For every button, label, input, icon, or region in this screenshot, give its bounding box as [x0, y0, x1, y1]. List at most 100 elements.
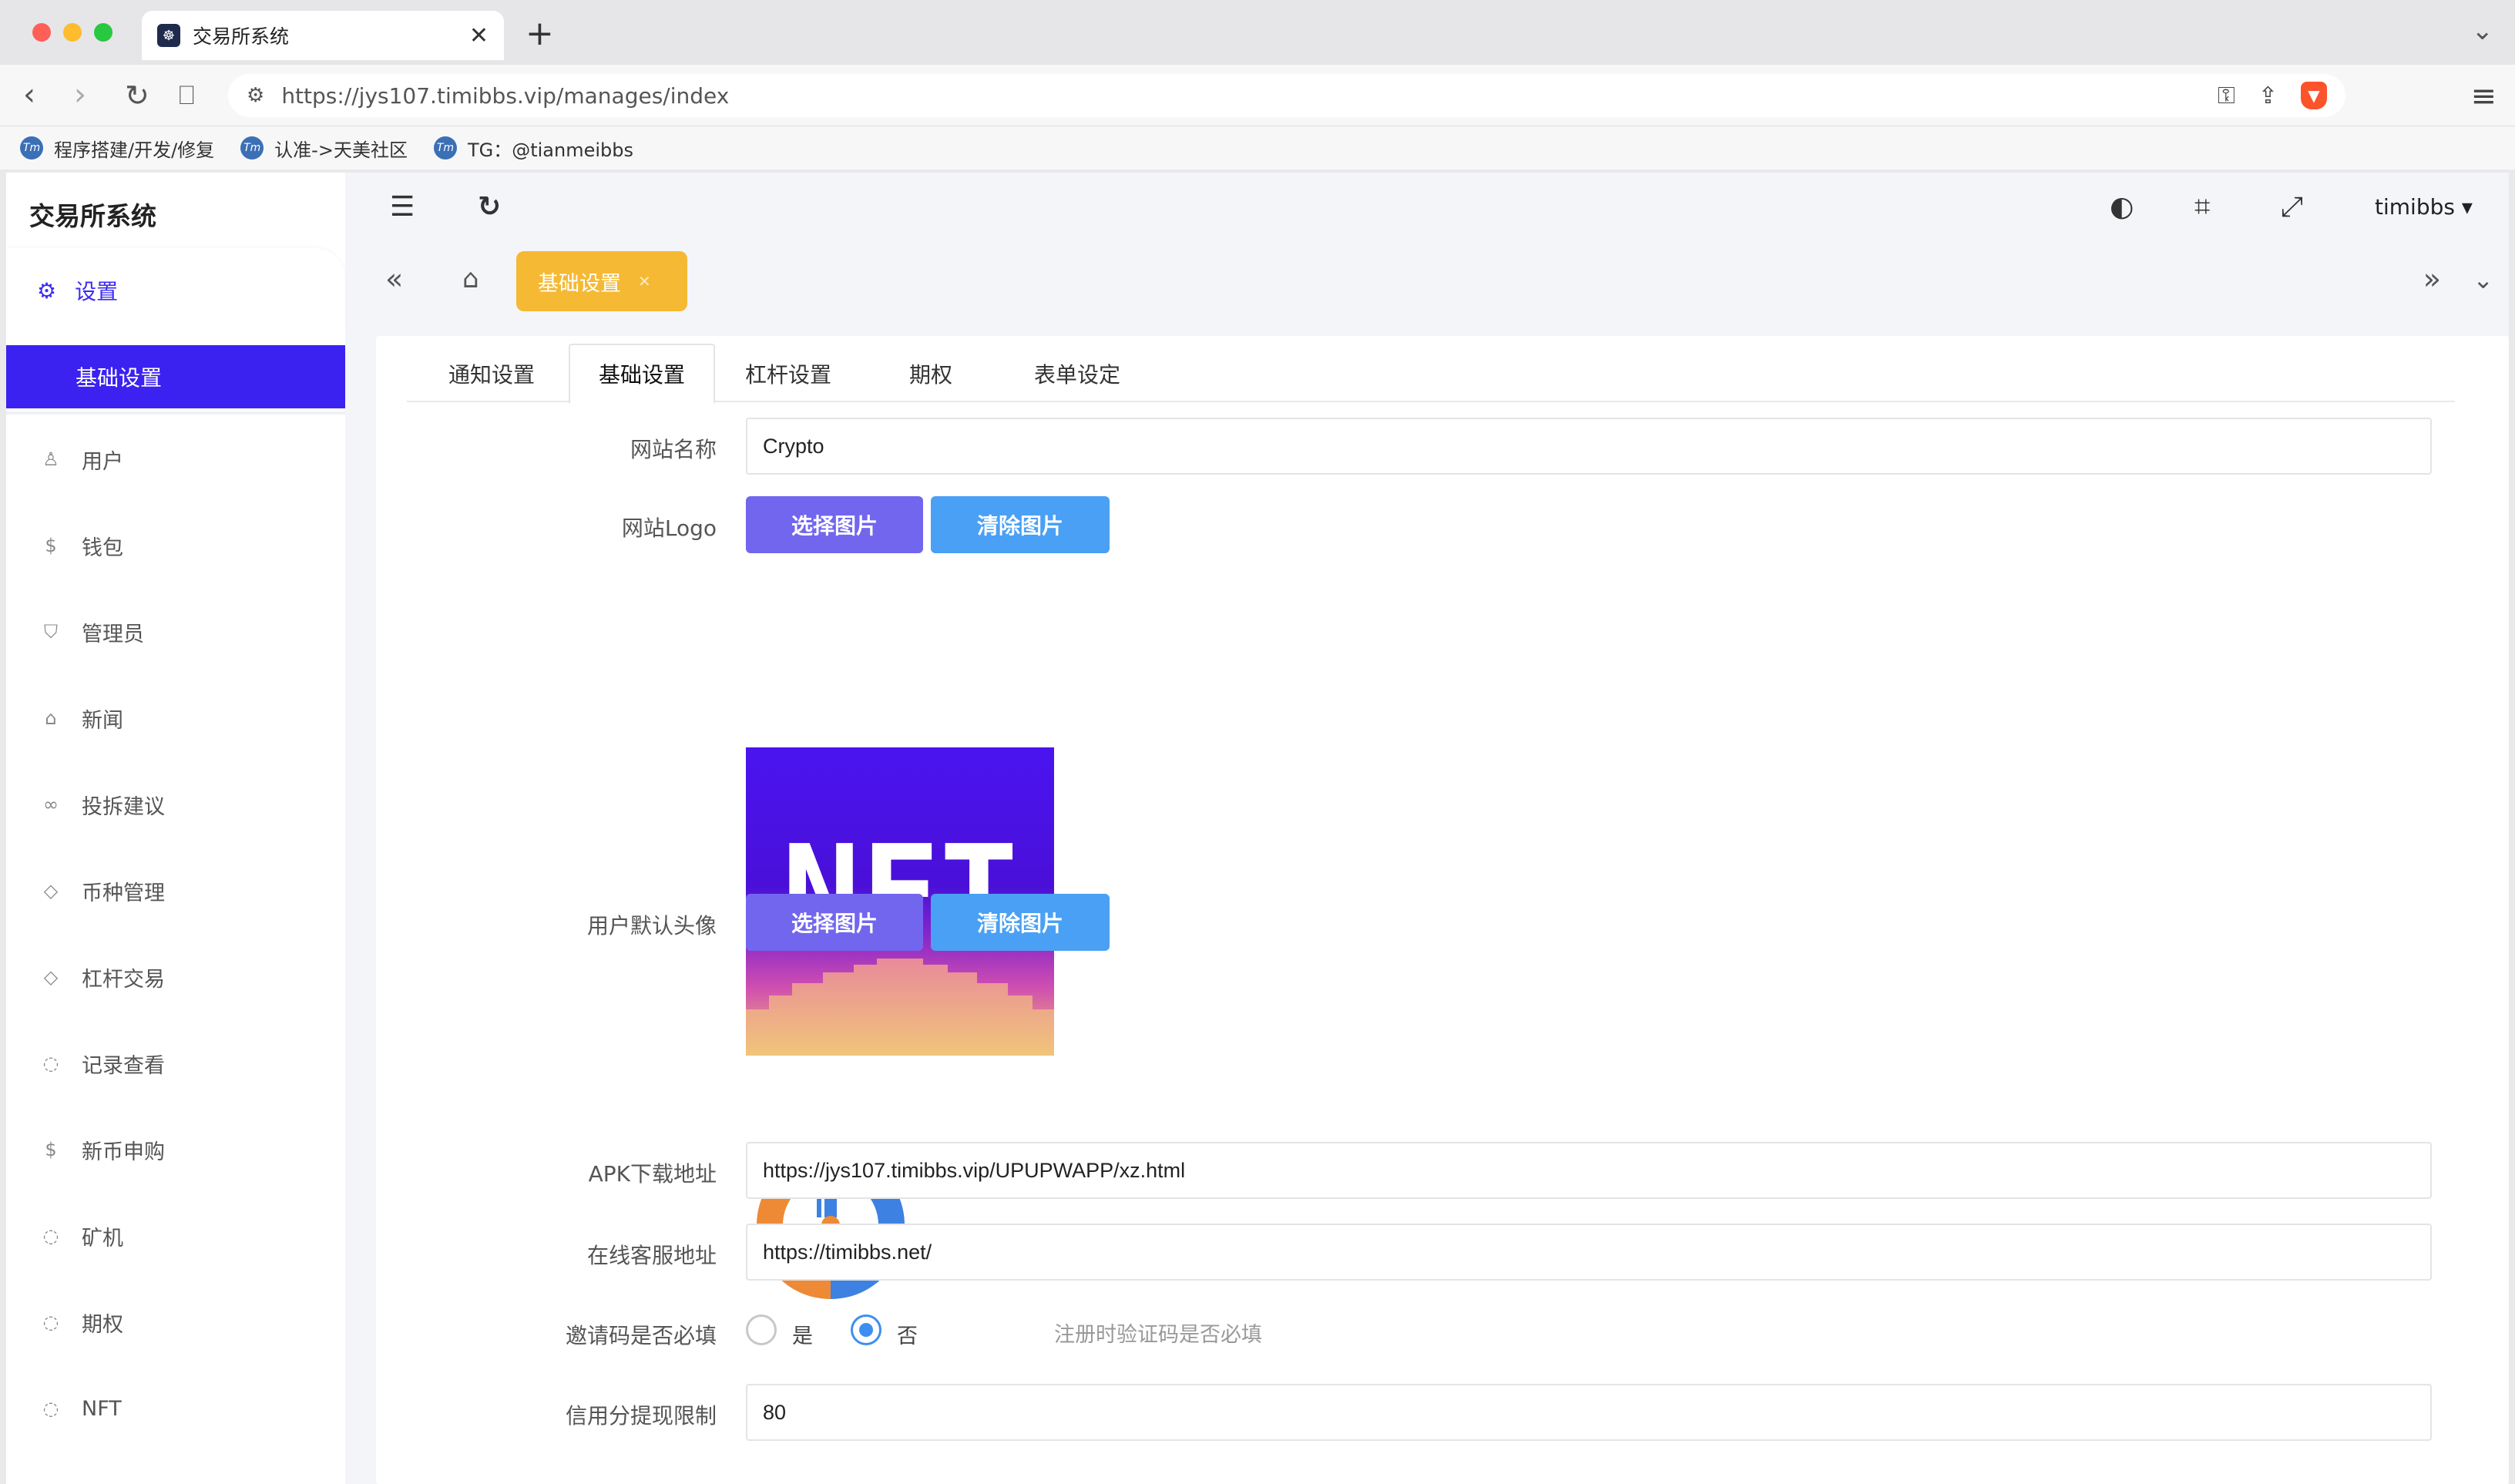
- site-logo-label: 网站Logo: [621, 515, 717, 541]
- choose-logo-button[interactable]: 选择图片: [746, 496, 923, 553]
- tab-form-settings[interactable]: 表单设定: [1000, 344, 1154, 404]
- forward-arrow-icon[interactable]: ›: [74, 77, 86, 112]
- clear-logo-button[interactable]: 清除图片: [931, 496, 1110, 553]
- user-icon: ♙: [42, 448, 59, 470]
- sidebar-item-nft[interactable]: ◌ NFT: [6, 1365, 345, 1452]
- fullscreen-icon[interactable]: ⤢: [2281, 191, 2303, 223]
- sidebar-item-label: 投拆建议: [82, 794, 165, 819]
- site-settings-icon[interactable]: ⚙: [247, 84, 264, 107]
- page-tab-basic-settings[interactable]: 基础设置 ✕: [516, 251, 687, 311]
- user-menu[interactable]: timibbs ▾: [2375, 194, 2473, 220]
- key-icon[interactable]: ⚿: [2218, 82, 2235, 109]
- browser-tab-title: 交易所系统: [193, 25, 290, 48]
- hamburger-menu-icon[interactable]: ≡: [2470, 79, 2497, 114]
- chevron-down-icon[interactable]: ⌄: [2472, 15, 2494, 46]
- shield-icon: ⛉: [44, 621, 58, 643]
- tab-notification-settings[interactable]: 通知设置: [422, 344, 561, 404]
- customer-service-url-input[interactable]: [746, 1224, 2432, 1281]
- close-icon[interactable]: ✕: [638, 272, 651, 290]
- apk-url-input[interactable]: [746, 1142, 2432, 1199]
- username: timibbs: [2375, 194, 2455, 220]
- bookmark-label: 认准->天美社区: [274, 139, 408, 161]
- minimize-window-button[interactable]: [63, 23, 82, 42]
- dollar-icon: $: [45, 535, 57, 556]
- bookmark-item[interactable]: Tm 认准->天美社区: [240, 135, 408, 162]
- brave-shield-icon[interactable]: ▼: [2301, 82, 2327, 109]
- sidebar-item-label: 钱包: [82, 536, 123, 560]
- browser-tabbar: ☸ 交易所系统 ✕ + ⌄: [0, 0, 2515, 65]
- sidebar-item-new-coin-subscription[interactable]: $ 新币申购: [6, 1106, 345, 1193]
- browser-tab[interactable]: ☸ 交易所系统 ✕: [142, 11, 504, 60]
- sidebar-item-records[interactable]: ◌ 记录查看: [6, 1020, 345, 1106]
- refresh-icon[interactable]: ↻: [478, 191, 501, 223]
- apk-url-label: APK下载地址: [588, 1161, 717, 1187]
- sidebar-item-mining[interactable]: ◌ 矿机: [6, 1193, 345, 1279]
- sidebar-item-leverage-trading[interactable]: ◇ 杠杆交易: [6, 934, 345, 1020]
- tag-icon[interactable]: ⌗: [2194, 191, 2210, 223]
- clear-avatar-button[interactable]: 清除图片: [931, 894, 1110, 951]
- home-icon[interactable]: ⌂: [462, 264, 479, 294]
- sidebar-item-label: 期权: [82, 1312, 123, 1337]
- page-tabs-row: « ⌂ 基础设置 ✕ » ⌄: [345, 247, 2509, 316]
- invite-yes-label: 是: [792, 1325, 813, 1348]
- sidebar-item-currency-management[interactable]: ◇ 币种管理: [6, 848, 345, 934]
- sidebar-item-settings[interactable]: ⚙ 设置: [6, 248, 345, 333]
- admin-app: 交易所系统 ⚙ 设置 基础设置 ♙ 用户 $ 钱包 ⛉ 管理员 ⌂ 新闻 ∞ 投…: [6, 173, 2509, 1484]
- share-icon[interactable]: ⇪: [2258, 82, 2278, 109]
- maximize-window-button[interactable]: [94, 23, 112, 42]
- sidebar-item-label: 设置: [75, 279, 119, 304]
- sidebar-item-news[interactable]: ⌂ 新闻: [6, 675, 345, 761]
- sidebar-item-users[interactable]: ♙ 用户: [6, 416, 345, 502]
- url-text[interactable]: https://jys107.timibbs.vip/manages/index: [281, 83, 2194, 109]
- address-bar[interactable]: ⚙ https://jys107.timibbs.vip/manages/ind…: [228, 74, 2345, 117]
- site-name-input[interactable]: [746, 418, 2432, 475]
- sidebar-item-basic-settings[interactable]: 基础设置: [6, 345, 345, 408]
- invite-code-required-label: 邀请码是否必填: [565, 1323, 717, 1348]
- sidebar-item-label: 用户: [82, 449, 123, 474]
- sidebar-item-options[interactable]: ◌ 期权: [6, 1279, 345, 1365]
- site-favicon-icon: ☸: [157, 24, 180, 47]
- page-tab-label: 基础设置: [538, 271, 621, 296]
- tab-leverage-settings[interactable]: 杠杆设置: [715, 344, 861, 404]
- default-avatar-label: 用户默认头像: [586, 913, 717, 938]
- invite-no-radio[interactable]: [851, 1314, 881, 1345]
- back-arrow-icon[interactable]: ‹: [23, 77, 35, 112]
- bookmark-favicon-icon: Tm: [20, 136, 43, 159]
- sidebar-item-label: 杠杆交易: [82, 967, 165, 992]
- reload-icon[interactable]: ↻: [125, 79, 149, 112]
- invite-yes-radio[interactable]: [746, 1314, 777, 1345]
- sidebar-item-wallet[interactable]: $ 钱包: [6, 502, 345, 589]
- top-header: ☰ ↻ ◐ ⌗ ⤢ timibbs ▾: [345, 173, 2509, 247]
- sidebar-item-suggestions[interactable]: ∞ 投拆建议: [6, 761, 345, 848]
- close-window-button[interactable]: [32, 23, 51, 42]
- sidebar-item-label: 矿机: [82, 1226, 123, 1251]
- chevron-down-icon[interactable]: ⌄: [2473, 265, 2493, 294]
- bookmark-item[interactable]: Tm TG：@tianmeibbs: [433, 135, 633, 162]
- close-icon[interactable]: ✕: [469, 22, 489, 49]
- bookmark-icon[interactable]: ⎕: [179, 80, 194, 111]
- invite-code-hint: 注册时验证码是否必填: [1054, 1323, 1262, 1347]
- divider: [6, 411, 345, 415]
- tab-basic-settings[interactable]: 基础设置: [569, 344, 715, 404]
- scroll-right-icon[interactable]: »: [2423, 262, 2441, 296]
- fold-menu-icon[interactable]: ☰: [390, 191, 415, 223]
- scroll-left-icon[interactable]: «: [385, 262, 403, 296]
- bookmarks-bar: Tm 程序搭建/开发/修复 Tm 认准->天美社区 Tm TG：@tianmei…: [0, 126, 2515, 170]
- browser-toolbar: ‹ › ↻ ⎕ ⚙ https://jys107.timibbs.vip/man…: [0, 65, 2515, 126]
- sidebar-item-admins[interactable]: ⛉ 管理员: [6, 589, 345, 675]
- settings-panel: 通知设置 基础设置 杠杆设置 期权 表单设定 网站名称 网站Logo 选择图片 …: [376, 336, 2509, 1484]
- credit-withdraw-limit-input[interactable]: [746, 1384, 2432, 1441]
- choose-avatar-button[interactable]: 选择图片: [746, 894, 923, 951]
- dollar-icon: $: [45, 1139, 57, 1160]
- circle-icon: ◌: [42, 1311, 59, 1333]
- new-tab-plus-icon[interactable]: +: [525, 14, 554, 53]
- tab-options[interactable]: 期权: [861, 344, 1000, 404]
- invite-no-label: 否: [897, 1325, 918, 1348]
- sidebar-item-label: 基础设置: [76, 365, 163, 391]
- link-icon: ∞: [43, 794, 59, 815]
- palette-icon[interactable]: ◐: [2110, 191, 2134, 223]
- bookmark-item[interactable]: Tm 程序搭建/开发/修复: [20, 135, 214, 162]
- sidebar-item-label: 新币申购: [82, 1140, 165, 1164]
- circle-icon: ◌: [42, 1053, 59, 1074]
- bookmark-label: 程序搭建/开发/修复: [54, 139, 215, 161]
